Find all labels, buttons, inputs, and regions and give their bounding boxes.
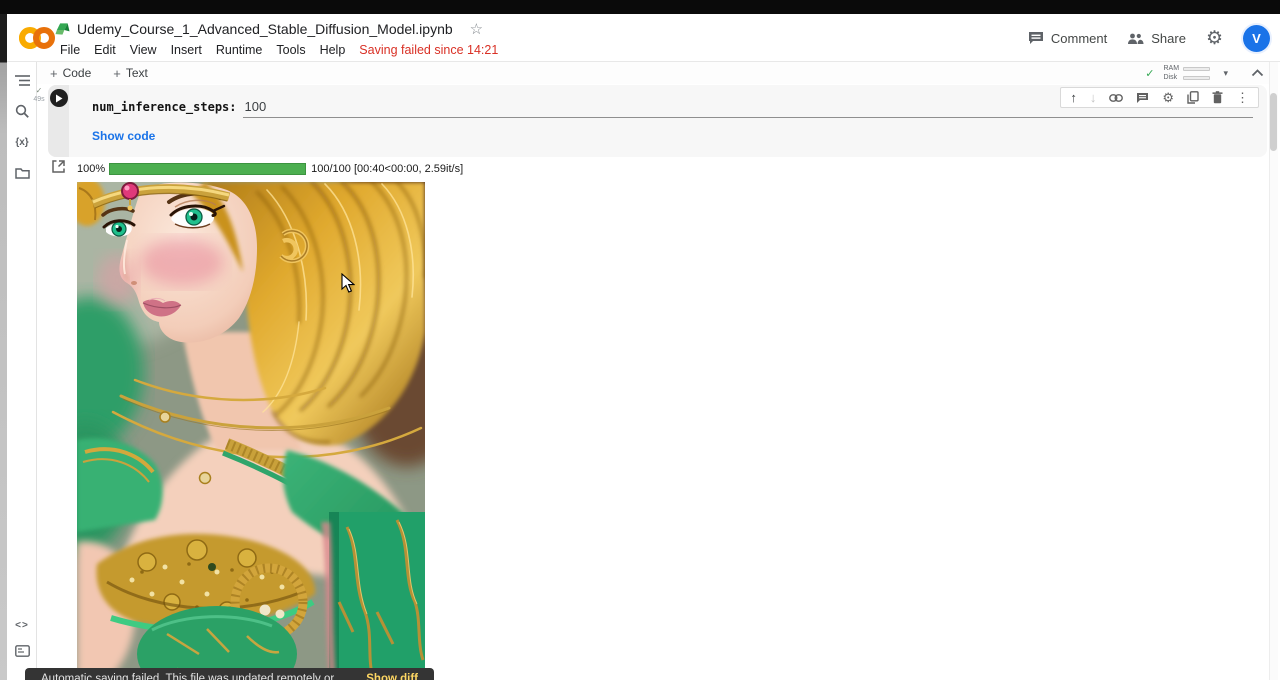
- settings-gear-icon[interactable]: ⚙: [1206, 29, 1223, 48]
- colab-window: Udemy_Course_1_Advanced_Stable_Diffusion…: [0, 0, 1280, 680]
- account-avatar[interactable]: V: [1243, 25, 1270, 52]
- show-code-link[interactable]: Show code: [92, 129, 155, 143]
- plus-icon: +: [113, 66, 121, 81]
- search-icon[interactable]: [11, 100, 33, 122]
- toast-message: Automatic saving failed. This file was u…: [41, 673, 344, 680]
- menu-edit[interactable]: Edit: [87, 41, 123, 59]
- show-diff-link[interactable]: Show diff: [366, 673, 418, 680]
- move-cell-down-icon[interactable]: ↓: [1090, 91, 1097, 104]
- drive-file-icon: [55, 22, 70, 36]
- menu-tools[interactable]: Tools: [269, 41, 312, 59]
- comment-label: Comment: [1051, 31, 1107, 46]
- menu-insert[interactable]: Insert: [164, 41, 209, 59]
- tqdm-progress: 100% 100/100 [00:40<00:00, 2.59it/s]: [77, 163, 463, 175]
- connected-check-icon: ✓: [1145, 67, 1154, 80]
- menu-bar: File Edit View Insert Runtime Tools Help…: [53, 41, 505, 59]
- runtime-dropdown-caret-icon[interactable]: ▾: [1219, 68, 1232, 79]
- notebook-toolbar: + Code + Text ✓ RAM Disk ▾: [37, 62, 1270, 84]
- ram-label: RAM: [1163, 65, 1180, 72]
- plus-icon: +: [50, 66, 58, 81]
- page-scrollbar-thumb[interactable]: [1270, 93, 1277, 151]
- add-comment-icon[interactable]: [1136, 92, 1149, 104]
- menu-view[interactable]: View: [123, 41, 164, 59]
- editor-settings-gear-icon[interactable]: ⚙: [1162, 91, 1174, 104]
- add-text-button[interactable]: + Text: [105, 64, 156, 83]
- progress-detail: 100/100 [00:40<00:00, 2.59it/s]: [311, 163, 463, 175]
- notebook-title[interactable]: Udemy_Course_1_Advanced_Stable_Diffusion…: [77, 21, 453, 37]
- form-field-label: num_inference_steps:: [92, 100, 237, 114]
- files-folder-icon[interactable]: [11, 162, 33, 184]
- header-actions: Comment Share ⚙ V: [1028, 14, 1270, 62]
- page-scrollbar-track: [1269, 62, 1278, 680]
- colab-logo[interactable]: [18, 23, 56, 53]
- terminal-icon[interactable]: [11, 640, 33, 662]
- cell-toolbar: ↑ ↓ ⚙: [1060, 87, 1259, 108]
- menu-help[interactable]: Help: [313, 41, 353, 59]
- comment-icon: [1028, 31, 1044, 45]
- progress-bar: [109, 163, 306, 175]
- saving-failed-status[interactable]: Saving failed since 14:21: [352, 41, 505, 59]
- autosave-failed-toast: Automatic saving failed. This file was u…: [25, 668, 434, 680]
- share-people-icon: [1127, 32, 1144, 45]
- generated-image-output: [77, 182, 425, 680]
- execution-indicator: ✓ 49s: [31, 86, 47, 104]
- delete-cell-trash-icon[interactable]: [1212, 91, 1223, 104]
- ram-usage-bar: [1183, 67, 1210, 71]
- output-indicator-icon[interactable]: [52, 160, 65, 178]
- executed-check-icon: ✓: [31, 86, 47, 96]
- left-sidebar: {x} <>: [7, 62, 37, 680]
- code-snippets-icon[interactable]: <>: [11, 614, 33, 636]
- execution-time: 49s: [31, 96, 47, 104]
- menu-runtime[interactable]: Runtime: [209, 41, 270, 59]
- code-cell: num_inference_steps: Show code ↑ ↓ ⚙: [48, 85, 1267, 157]
- move-cell-up-icon[interactable]: ↑: [1070, 91, 1077, 104]
- share-label: Share: [1151, 31, 1186, 46]
- cell-gutter: [48, 85, 69, 157]
- comment-button[interactable]: Comment: [1028, 31, 1107, 46]
- screen-left-edge: [0, 14, 7, 680]
- menu-file[interactable]: File: [53, 41, 87, 59]
- add-code-button[interactable]: + Code: [42, 64, 99, 83]
- variables-icon[interactable]: {x}: [11, 131, 33, 153]
- screen-top-bar: [0, 0, 1280, 14]
- run-cell-button[interactable]: [50, 89, 68, 107]
- play-icon: [55, 94, 63, 103]
- disk-usage-bar: [1183, 76, 1210, 80]
- disk-label: Disk: [1163, 74, 1180, 81]
- resource-monitor[interactable]: RAM Disk: [1163, 65, 1210, 81]
- collapse-chevron-icon[interactable]: [1251, 69, 1264, 77]
- table-of-contents-icon[interactable]: [11, 70, 33, 92]
- star-icon[interactable]: ☆: [470, 20, 483, 38]
- mirror-cell-icon[interactable]: [1187, 91, 1199, 104]
- copy-link-to-cell-icon[interactable]: [1109, 94, 1123, 102]
- progress-percent: 100%: [77, 163, 105, 175]
- share-button[interactable]: Share: [1127, 31, 1186, 46]
- more-cell-actions-icon[interactable]: ⋮: [1236, 91, 1249, 104]
- add-text-label: Text: [126, 66, 148, 80]
- header: Udemy_Course_1_Advanced_Stable_Diffusion…: [7, 14, 1280, 62]
- add-code-label: Code: [63, 66, 92, 80]
- stable-diffusion-portrait: [77, 182, 425, 680]
